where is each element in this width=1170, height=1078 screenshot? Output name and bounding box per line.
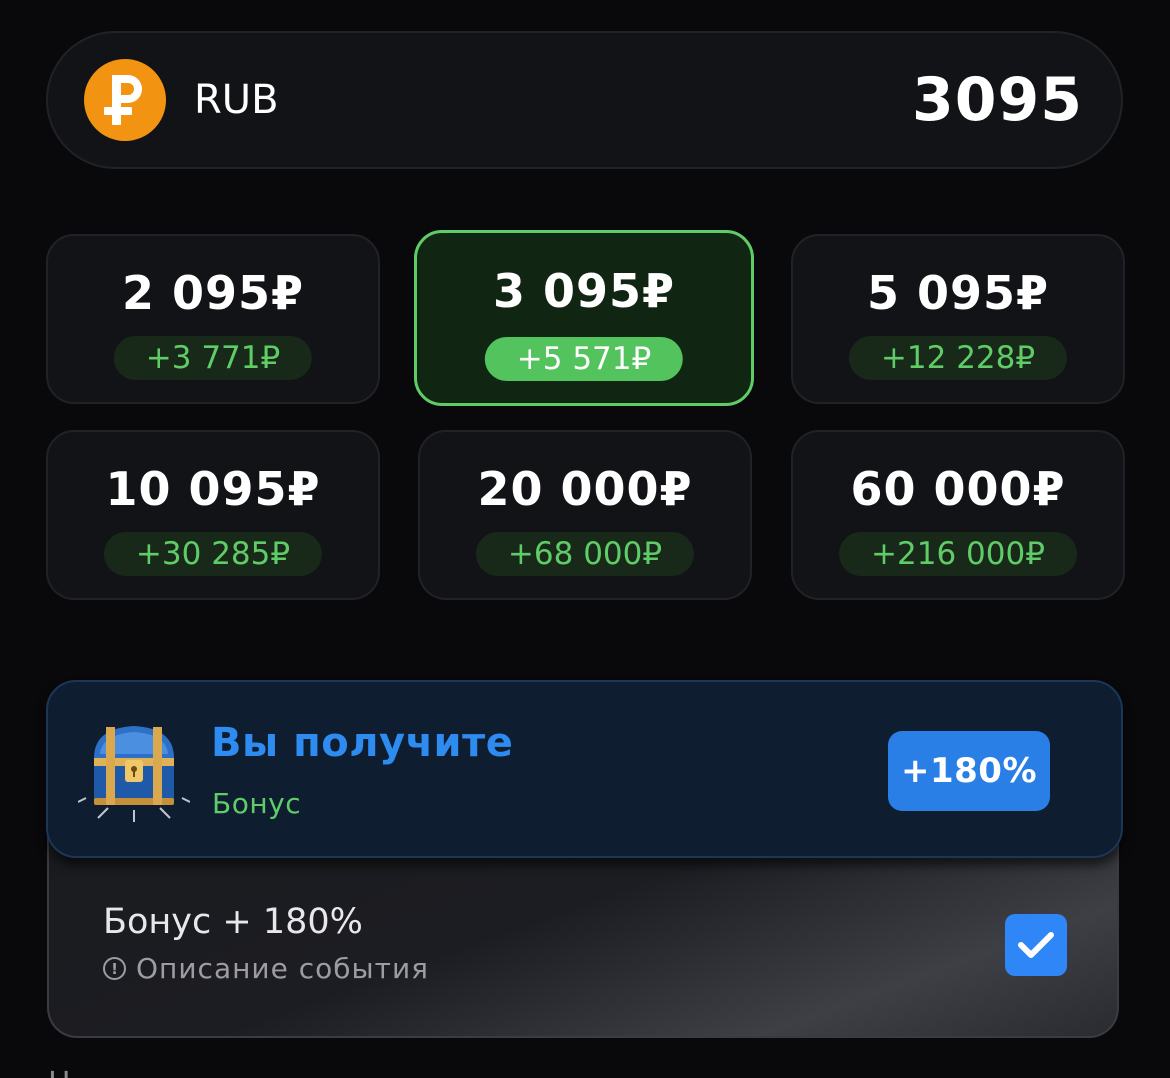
treasure-chest-icon <box>78 726 190 822</box>
amount-option-3095[interactable]: 3 095₽ +5 571₽ <box>414 230 754 406</box>
amount-value: 10 095₽ <box>105 462 321 516</box>
bonus-amount-badge: +12 228₽ <box>848 336 1068 380</box>
amount-option-10095[interactable]: 10 095₽ +30 285₽ <box>46 430 380 600</box>
amount-option-60000[interactable]: 60 000₽ +216 000₽ <box>791 430 1125 600</box>
info-icon: ! <box>103 957 126 980</box>
truncated-footer-text: Н <box>48 1066 71 1078</box>
bonus-option-row[interactable]: Бонус + 180% ! Описание события <box>47 830 1119 1038</box>
event-description-link[interactable]: ! Описание события <box>103 952 429 985</box>
amount-value: 5 095₽ <box>866 266 1050 320</box>
amount-option-2095[interactable]: 2 095₽ +3 771₽ <box>46 234 380 404</box>
ruble-coin-icon <box>84 59 166 141</box>
bonus-checkbox[interactable] <box>1005 914 1067 976</box>
bonus-amount-badge: +5 571₽ <box>484 337 684 381</box>
bonus-amount-badge: +216 000₽ <box>839 532 1077 576</box>
bonus-banner: Вы получите Бонус +180% <box>46 680 1123 858</box>
balance-value: 3095 <box>912 65 1083 135</box>
checkmark-icon <box>1018 932 1054 958</box>
currency-selector[interactable]: RUB 3095 <box>46 31 1123 169</box>
bonus-amount-badge: +68 000₽ <box>475 532 695 576</box>
bonus-percent-badge: +180% <box>888 731 1050 811</box>
currency-code: RUB <box>194 77 279 123</box>
amount-value: 20 000₽ <box>477 462 693 516</box>
bonus-title: Вы получите <box>211 720 514 766</box>
bonus-amount-badge: +3 771₽ <box>113 336 313 380</box>
amount-option-20000[interactable]: 20 000₽ +68 000₽ <box>418 430 752 600</box>
deposit-screen: RUB 3095 2 095₽ +3 771₽ 3 095₽ +5 571₽ 5… <box>0 0 1170 1078</box>
event-description-text: Описание события <box>136 952 429 985</box>
bonus-amount-badge: +30 285₽ <box>103 532 323 576</box>
amount-value: 60 000₽ <box>850 462 1066 516</box>
amount-option-5095[interactable]: 5 095₽ +12 228₽ <box>791 234 1125 404</box>
bonus-section: Бонус + 180% ! Описание события Вы получ… <box>46 680 1123 1040</box>
amount-value: 3 095₽ <box>492 264 676 318</box>
amount-value: 2 095₽ <box>121 266 305 320</box>
bonus-subtitle: Бонус <box>212 787 302 820</box>
bonus-option-title: Бонус + 180% <box>103 902 363 942</box>
